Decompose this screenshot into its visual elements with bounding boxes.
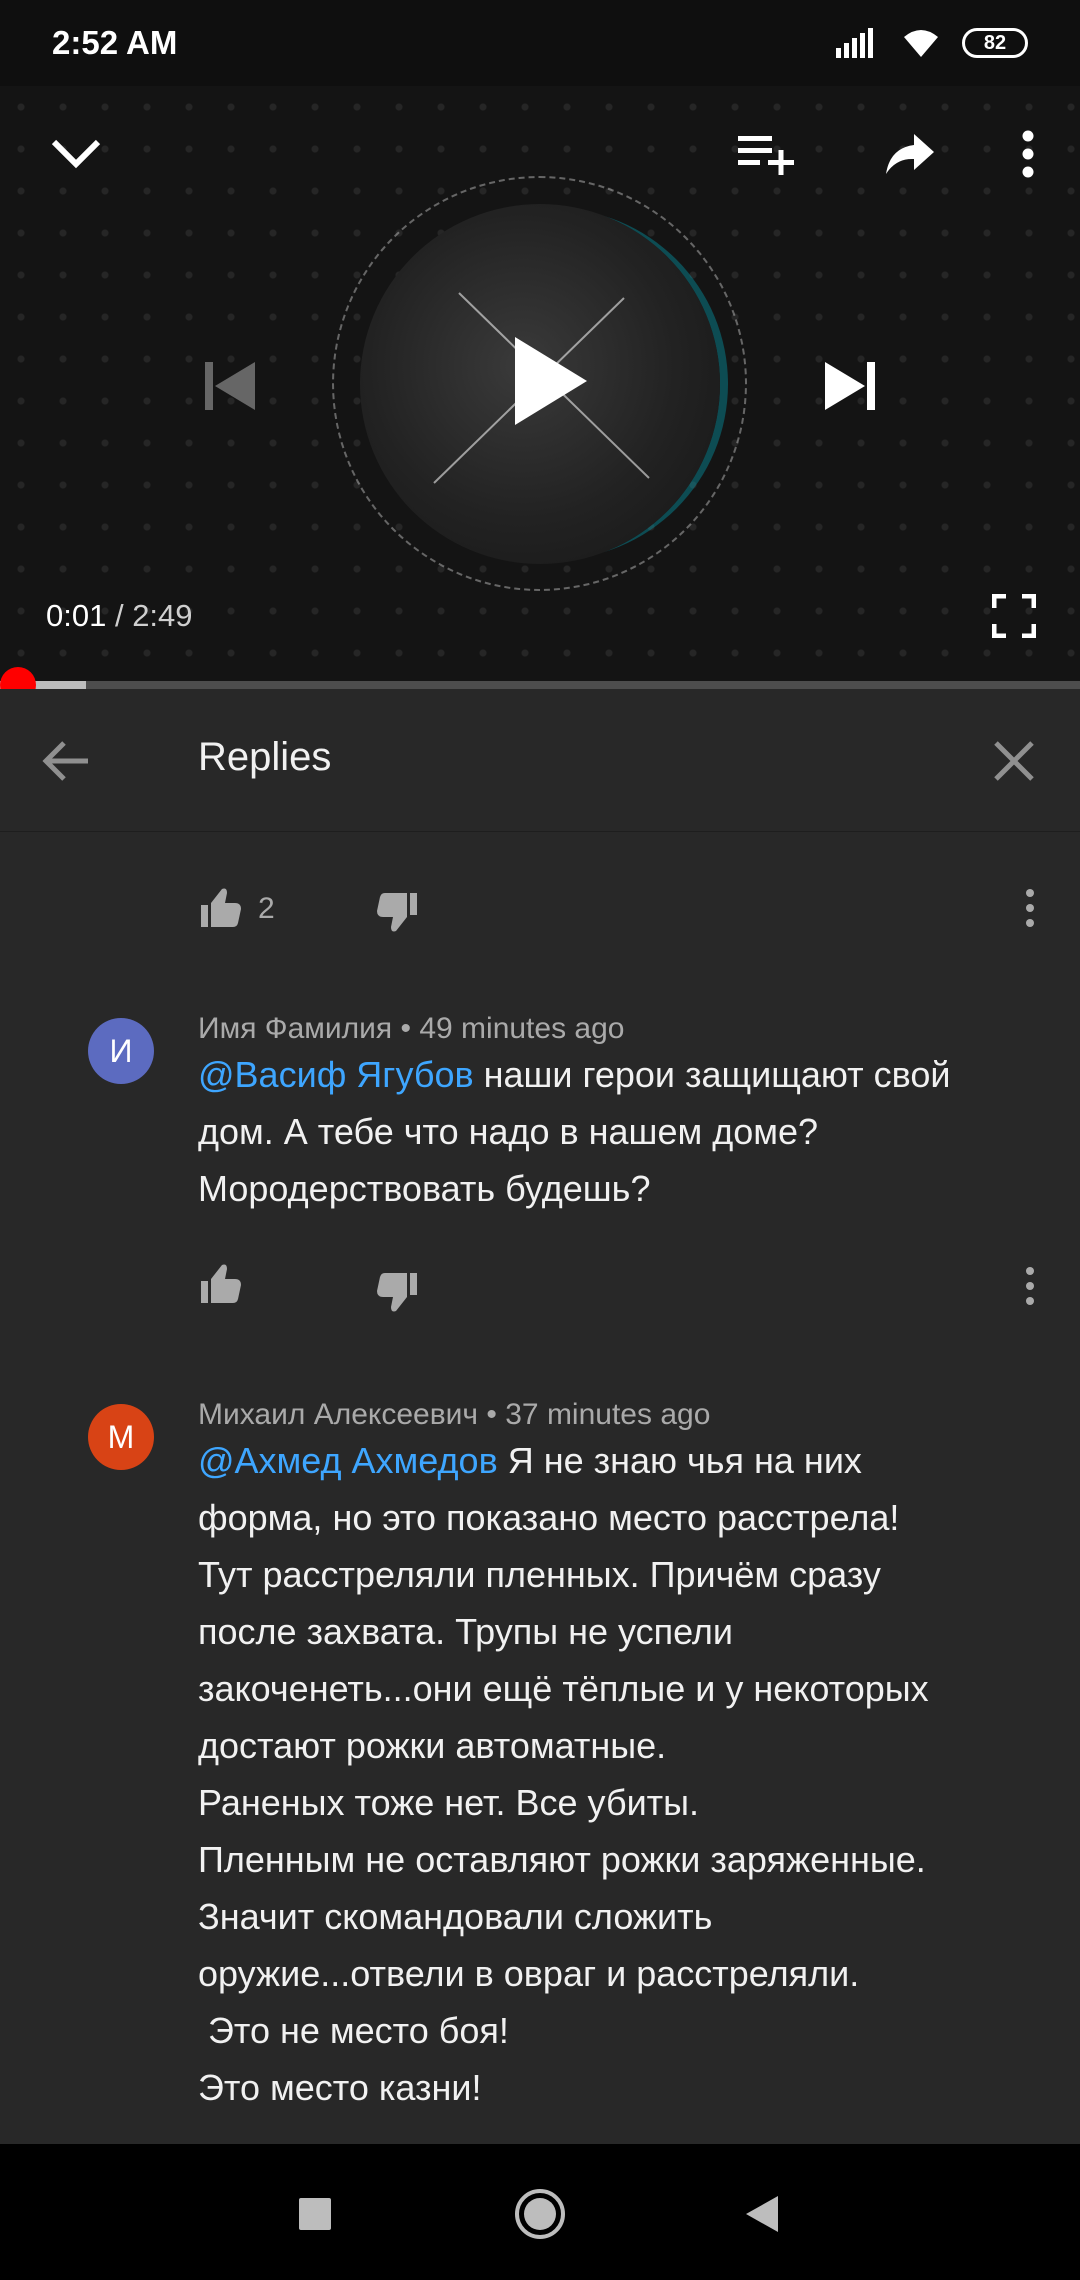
reply-item: И Имя Фамилия • 49 minutes ago @Васиф Яг… [0,1006,1080,1366]
playback-time: 0:01 / 2:49 [46,598,193,634]
wifi-icon [904,30,938,57]
comment-actions [0,1256,1080,1326]
arrow-back-icon [42,741,88,781]
add-to-queue-icon [738,136,794,175]
back-button[interactable] [36,731,96,791]
reply-item: М Михаил Алексеевич • 37 minutes ago @Ах… [0,1392,1080,2144]
skip-previous-icon [205,362,255,410]
video-player[interactable]: 0:01 / 2:49 [0,86,1080,686]
close-button[interactable] [984,731,1044,791]
video-progress-bar[interactable] [0,667,1080,703]
thumb-up-icon [201,1264,241,1303]
signal-icon [836,28,873,58]
comment-more-button[interactable] [1010,1256,1050,1316]
thumb-down-icon [377,893,417,932]
comment-actions: 2 [0,872,1080,942]
duration: 2:49 [132,598,193,633]
status-icons: 82 [836,27,1028,59]
home-button[interactable] [508,2182,572,2246]
replies-title: Replies [198,735,332,779]
like-button[interactable] [196,880,246,936]
dislike-button[interactable] [372,1264,422,1320]
player-more-button[interactable] [1000,118,1056,190]
avatar[interactable]: М [88,1404,154,1470]
play-icon [515,337,587,425]
system-navigation-bar [0,2144,1080,2280]
recents-button[interactable] [283,2182,347,2246]
back-triangle-icon [746,2196,778,2232]
avatar-letter: М [107,1418,135,1455]
collapse-player-button[interactable] [40,118,112,190]
back-nav-button[interactable] [730,2182,794,2246]
comment-time: • 37 minutes ago [478,1398,711,1431]
like-count: 2 [258,892,275,925]
comment-mention[interactable]: @Ахмед Ахмедов [198,1440,498,1481]
fullscreen-icon [992,594,1036,638]
close-icon [994,741,1034,781]
like-button[interactable] [196,1256,246,1312]
status-time: 2:52 AM [52,24,178,61]
comment-mention[interactable]: @Васиф Ягубов [198,1054,474,1095]
comment-meta: Михаил Алексеевич • 37 minutes ago [198,1398,710,1432]
time-separator: / [106,598,133,633]
more-vert-icon [1026,1267,1034,1305]
share-icon [886,134,934,174]
thumb-up-icon [201,888,241,927]
battery-level: 82 [983,31,1007,54]
previous-button[interactable] [190,346,270,426]
replies-header: Replies [0,689,1080,832]
comment-text: @Васиф Ягубов наши герои защищают свой д… [198,1046,1038,1217]
current-time: 0:01 [46,598,107,633]
skip-next-icon [825,362,875,410]
comment-time: • 49 minutes ago [392,1012,625,1045]
battery-indicator: 82 [962,28,1028,58]
comment-more-button[interactable] [1010,878,1050,938]
avatar-letter: И [109,1032,133,1069]
recents-square-icon [299,2198,331,2230]
chevron-down-icon [51,139,101,169]
dislike-button[interactable] [372,884,422,940]
status-bar: 2:52 AM 82 [0,0,1080,86]
fullscreen-button[interactable] [986,588,1042,644]
add-to-queue-button[interactable] [730,118,802,190]
youtube-replies-screen: 2:52 AM 82 0:01 / 2:49 Replies 2 И Имя Ф… [0,0,1080,2280]
comment-text: @Ахмед Ахмедов Я не знаю чья на них форм… [198,1432,1038,2116]
play-button[interactable] [500,326,600,436]
thumb-down-icon [377,1273,417,1312]
more-vert-icon [1026,889,1034,927]
comment-meta: Имя Фамилия • 49 minutes ago [198,1012,624,1046]
next-button[interactable] [810,346,890,426]
comment-author[interactable]: Михаил Алексеевич [198,1398,478,1431]
more-vert-icon [1022,130,1034,178]
share-button[interactable] [874,118,946,190]
comment-author[interactable]: Имя Фамилия [198,1012,392,1045]
avatar[interactable]: И [88,1018,154,1084]
comment-body-text: Я не знаю чья на них форма, но это показ… [198,1440,929,2108]
replies-list[interactable]: 2 И Имя Фамилия • 49 minutes ago @Васиф … [0,832,1080,2144]
home-circle-icon [515,2189,565,2239]
